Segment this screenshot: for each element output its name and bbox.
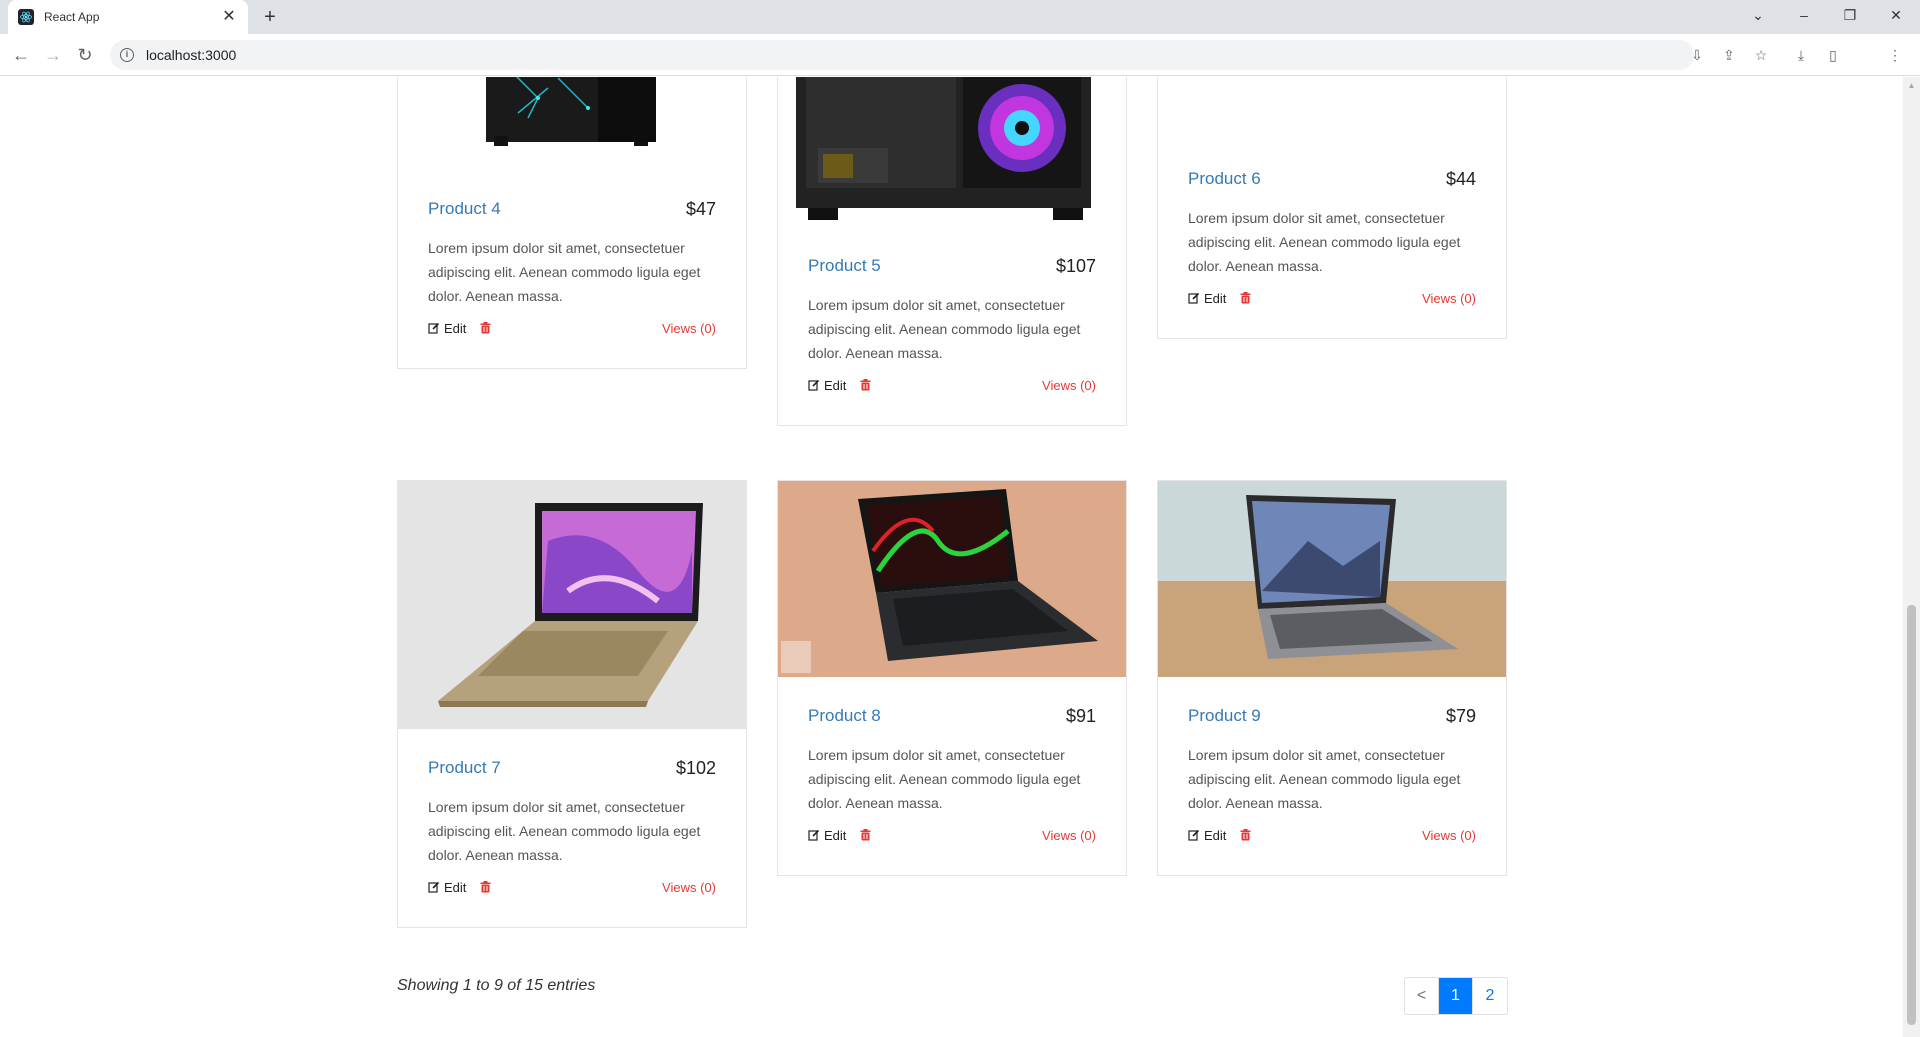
edit-button[interactable]: Edit — [428, 880, 466, 895]
views-count[interactable]: Views (0) — [1422, 291, 1476, 306]
tab-search-icon[interactable]: ⌄ — [1740, 0, 1776, 30]
scroll-thumb[interactable] — [1907, 605, 1916, 1025]
product-card: Product 5 $107 Lorem ipsum dolor sit ame… — [777, 77, 1127, 426]
pagination-prev[interactable]: < — [1405, 978, 1439, 1014]
edit-button[interactable]: Edit — [1188, 828, 1226, 843]
browser-tab-bar: React App ✕ + ⌄ – ❐ ✕ — [0, 0, 1920, 34]
edit-label: Edit — [824, 377, 847, 393]
bookmark-star-icon[interactable]: ☆ — [1750, 44, 1772, 66]
edit-button[interactable]: Edit — [428, 321, 466, 336]
install-icon[interactable]: ⇩ — [1686, 44, 1708, 66]
page-viewport: Product 4 $47 Lorem ipsum dolor sit amet… — [0, 77, 1903, 1037]
pagination-page[interactable]: 1 — [1439, 978, 1473, 1014]
product-name[interactable]: Product 8 — [808, 706, 881, 726]
product-card: Product 7 $102 Lorem ipsum dolor sit ame… — [397, 480, 747, 928]
forward-icon[interactable]: → — [40, 42, 66, 68]
share-icon[interactable]: ⇪ — [1718, 44, 1740, 66]
product-name[interactable]: Product 6 — [1188, 169, 1261, 189]
views-count[interactable]: Views (0) — [1042, 828, 1096, 843]
edit-button[interactable]: Edit — [808, 378, 846, 393]
trash-icon[interactable] — [1240, 292, 1251, 304]
entries-info: Showing 1 to 9 of 15 entries — [397, 977, 596, 994]
side-panel-icon[interactable]: ▯ — [1822, 44, 1844, 66]
product-price: $44 — [1445, 168, 1476, 189]
edit-label: Edit — [444, 320, 467, 336]
edit-button[interactable]: Edit — [808, 828, 846, 843]
product-card: Product 4 $47 Lorem ipsum dolor sit amet… — [397, 77, 747, 369]
product-description: Lorem ipsum dolor sit amet, consectetuer… — [1188, 210, 1461, 274]
address-bar: ← → ↻ i localhost:3000 ⇩ ⇪ ☆ ⤓ ▯ ⋮ — [0, 34, 1920, 76]
product-name[interactable]: Product 4 — [428, 199, 501, 219]
product-description: Lorem ipsum dolor sit amet, consectetuer… — [1188, 747, 1461, 811]
trash-icon[interactable] — [860, 829, 871, 841]
download-icon[interactable]: ⤓ — [1790, 44, 1812, 66]
views-count[interactable]: Views (0) — [662, 321, 716, 336]
product-image — [778, 481, 1126, 677]
trash-icon[interactable] — [480, 881, 491, 893]
edit-label: Edit — [1204, 290, 1227, 306]
product-description: Lorem ipsum dolor sit amet, consectetuer… — [808, 297, 1081, 361]
omnibox[interactable]: i localhost:3000 — [110, 40, 1694, 70]
back-icon[interactable]: ← — [8, 42, 34, 68]
product-image — [778, 77, 1126, 228]
edit-button[interactable]: Edit — [1188, 291, 1226, 306]
edit-label: Edit — [444, 879, 467, 895]
menu-dots-icon[interactable]: ⋮ — [1884, 44, 1906, 66]
restore-icon[interactable]: ❐ — [1832, 0, 1868, 30]
reload-icon[interactable]: ↻ — [72, 42, 98, 68]
product-card: Product 8 $91 Lorem ipsum dolor sit amet… — [777, 480, 1127, 876]
edit-icon — [808, 379, 820, 391]
product-description: Lorem ipsum dolor sit amet, consectetuer… — [808, 747, 1081, 811]
edit-label: Edit — [824, 827, 847, 843]
trash-icon[interactable] — [480, 322, 491, 334]
trash-icon[interactable] — [1240, 829, 1251, 841]
url-text[interactable]: localhost:3000 — [146, 47, 236, 63]
tab-close-icon[interactable]: ✕ — [220, 8, 238, 26]
edit-label: Edit — [1204, 827, 1227, 843]
views-count[interactable]: Views (0) — [1042, 378, 1096, 393]
edit-icon — [1188, 829, 1200, 841]
product-price: $107 — [1055, 255, 1096, 276]
product-card: Product 6 $44 Lorem ipsum dolor sit amet… — [1157, 77, 1507, 339]
product-price: $91 — [1065, 705, 1096, 726]
tab-title: React App — [44, 10, 100, 24]
product-price: $102 — [675, 757, 716, 778]
edit-icon — [428, 322, 440, 334]
product-price: $79 — [1445, 705, 1476, 726]
edit-icon — [808, 829, 820, 841]
product-name[interactable]: Product 5 — [808, 256, 881, 276]
product-name[interactable]: Product 9 — [1188, 706, 1261, 726]
product-description: Lorem ipsum dolor sit amet, consectetuer… — [428, 799, 701, 863]
product-image — [398, 77, 746, 160]
views-count[interactable]: Views (0) — [662, 880, 716, 895]
pagination-page[interactable]: 2 — [1473, 978, 1507, 1014]
edit-icon — [428, 881, 440, 893]
views-count[interactable]: Views (0) — [1422, 828, 1476, 843]
product-price: $47 — [685, 198, 716, 219]
edit-icon — [1188, 292, 1200, 304]
product-card: Product 9 $79 Lorem ipsum dolor sit amet… — [1157, 480, 1507, 876]
browser-tab[interactable]: React App ✕ — [8, 0, 248, 34]
react-logo-icon — [18, 9, 34, 25]
trash-icon[interactable] — [860, 379, 871, 391]
close-window-icon[interactable]: ✕ — [1878, 0, 1914, 30]
pagination: < 1 2 — [1404, 977, 1508, 1015]
product-image — [398, 481, 746, 729]
scroll-up-arrow-icon[interactable]: ▲ — [1907, 81, 1916, 90]
product-image — [1158, 481, 1506, 677]
page-scrollbar[interactable]: ▲ — [1903, 77, 1920, 1037]
new-tab-icon[interactable]: + — [258, 6, 282, 30]
product-name[interactable]: Product 7 — [428, 758, 501, 778]
minimize-icon[interactable]: – — [1786, 0, 1822, 30]
product-description: Lorem ipsum dolor sit amet, consectetuer… — [428, 240, 701, 304]
info-icon[interactable]: i — [120, 48, 134, 62]
